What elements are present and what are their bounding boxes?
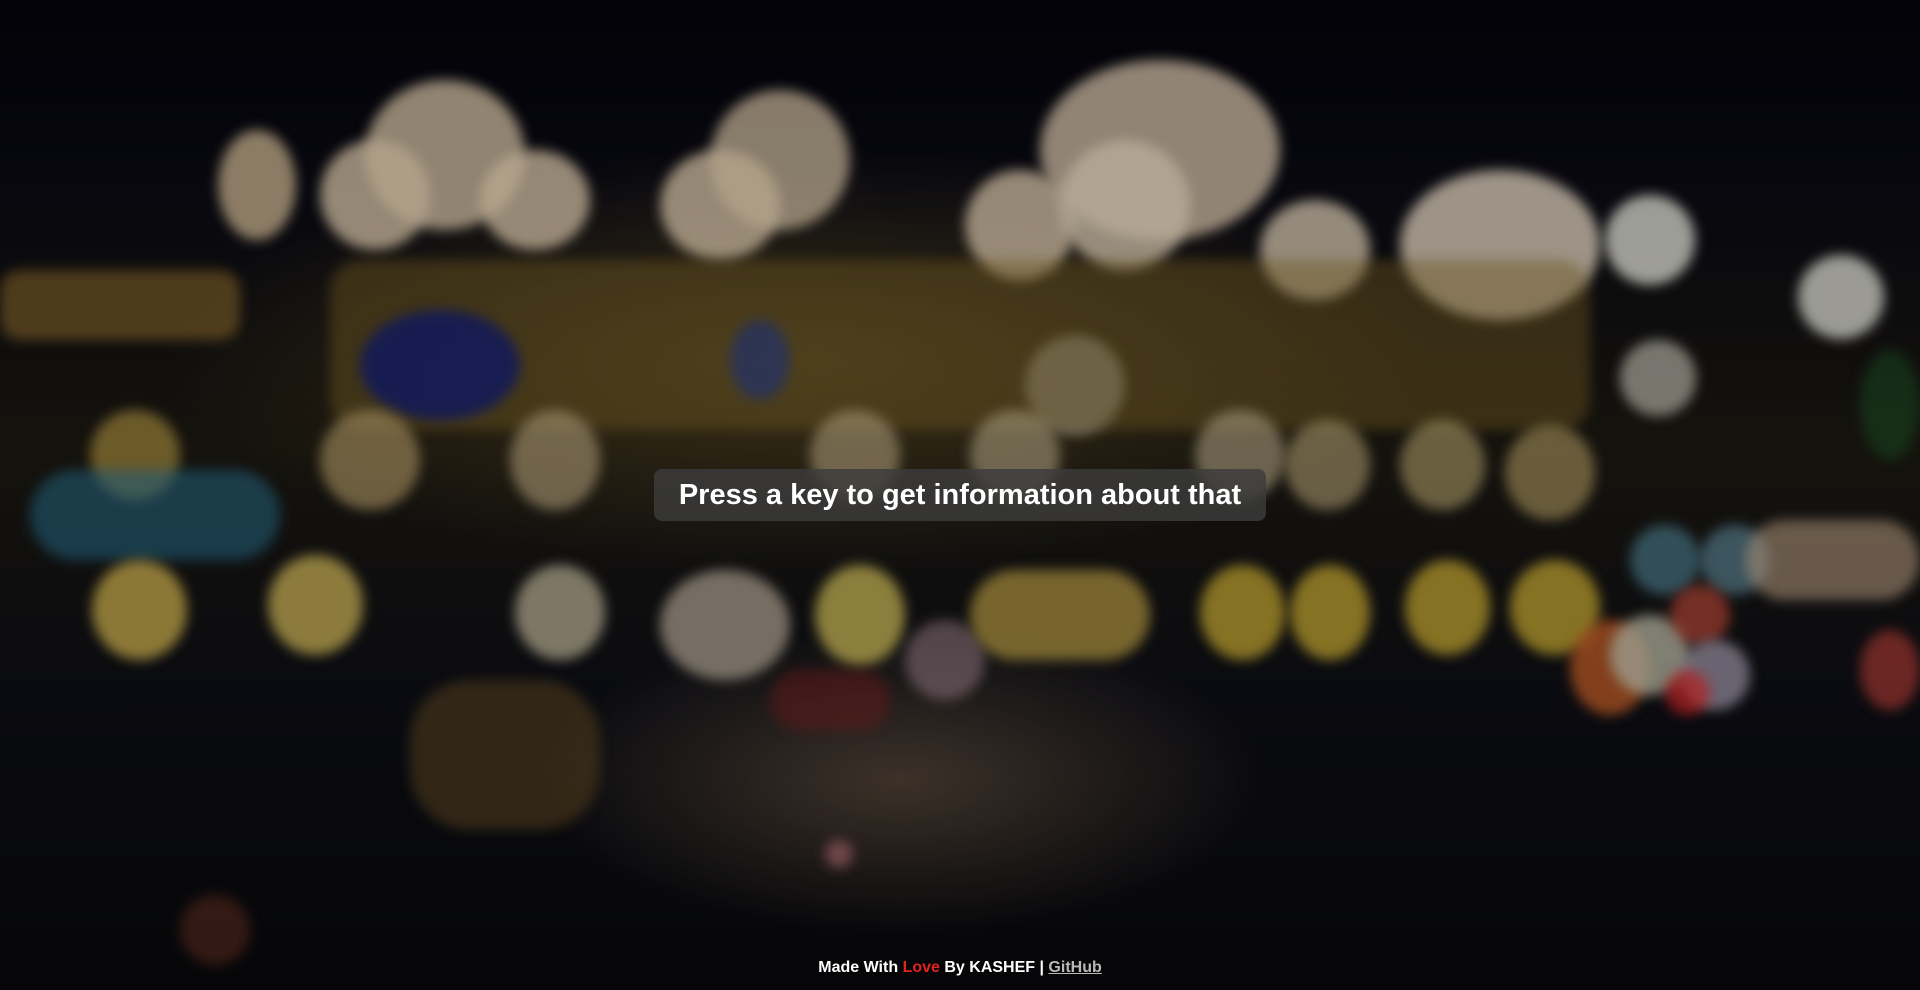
github-link[interactable]: GitHub [1048,959,1101,976]
footer-author: By KASHEF | [944,959,1044,976]
footer: Made With Love By KASHEF | GitHub [0,958,1920,978]
footer-love: Love [902,959,940,976]
footer-made-with: Made With [818,959,899,976]
key-prompt: Press a key to get information about tha… [654,469,1266,521]
